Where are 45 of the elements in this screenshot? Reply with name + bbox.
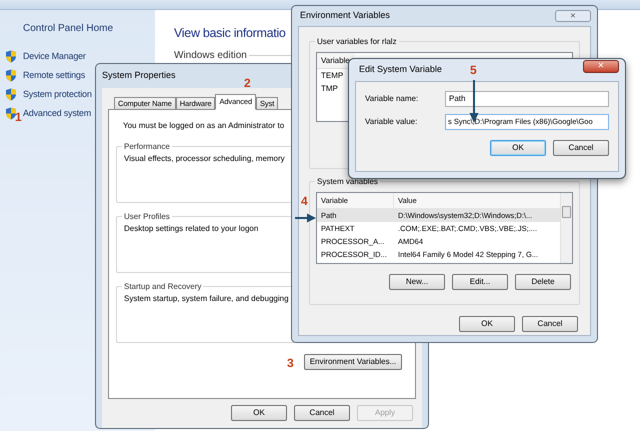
scrollbar[interactable] [560, 193, 572, 263]
window-title: System Properties [102, 69, 176, 82]
field-label: Variable name: [365, 93, 420, 105]
step-number: 3 [287, 357, 294, 369]
dialog-button[interactable]: Cancel [522, 316, 578, 332]
column-header: Variable [317, 53, 354, 69]
step-number: 2 [244, 77, 251, 89]
dialog-button[interactable]: Cancel [294, 405, 350, 421]
variable-action-button[interactable]: Edit... [452, 274, 508, 290]
control-panel-home-link[interactable]: Control Panel Home [23, 21, 155, 36]
variable-action-button[interactable]: Delete [515, 274, 571, 290]
dialog-button[interactable]: OK [231, 405, 287, 421]
variable-cell-text: TEMP [320, 70, 344, 82]
group-description: Desktop settings related to your logon [124, 223, 258, 235]
section-heading: Windows edition [174, 48, 247, 63]
page-heading: View basic informatio [174, 25, 286, 42]
dialog-button[interactable]: OK [490, 140, 546, 156]
task-link[interactable]: Remote settings [23, 68, 86, 82]
shield-icon [5, 107, 17, 120]
task-link[interactable]: System protection [23, 88, 92, 102]
group-title: User variables for rlalz [315, 36, 399, 47]
step-number: 1 [15, 111, 22, 123]
arrow-icon [295, 213, 316, 223]
step-number: 4 [301, 195, 308, 207]
group-title: Startup and Recovery [122, 281, 204, 292]
field-label: Variable value: [365, 116, 418, 128]
dialog-button[interactable]: Cancel [553, 140, 609, 156]
group-title: User Profiles [122, 211, 172, 222]
shield-icon [5, 88, 17, 101]
group-description: Visual effects, processor scheduling, memory [124, 153, 285, 165]
name-field[interactable]: Path [445, 91, 609, 107]
dialog-button[interactable]: OK [459, 316, 515, 332]
task-link[interactable]: Device Manager [23, 50, 86, 64]
step-number: 5 [470, 64, 477, 76]
shield-icon [5, 50, 17, 63]
task-link[interactable]: Advanced system [23, 106, 92, 120]
environment-variables-button[interactable]: Environment Variables... [304, 354, 402, 370]
window-title: Environment Variables [300, 9, 390, 22]
variable-action-button[interactable]: New... [389, 274, 445, 290]
shield-icon [5, 69, 17, 82]
group-description: System startup, system failure, and debugging [124, 293, 289, 305]
window-title: Edit System Variable [359, 63, 442, 76]
group-title: Performance [122, 141, 172, 152]
variable-cell-text: TMP [320, 82, 339, 94]
notice-text: You must be logged on as an Administrator to [123, 120, 284, 132]
